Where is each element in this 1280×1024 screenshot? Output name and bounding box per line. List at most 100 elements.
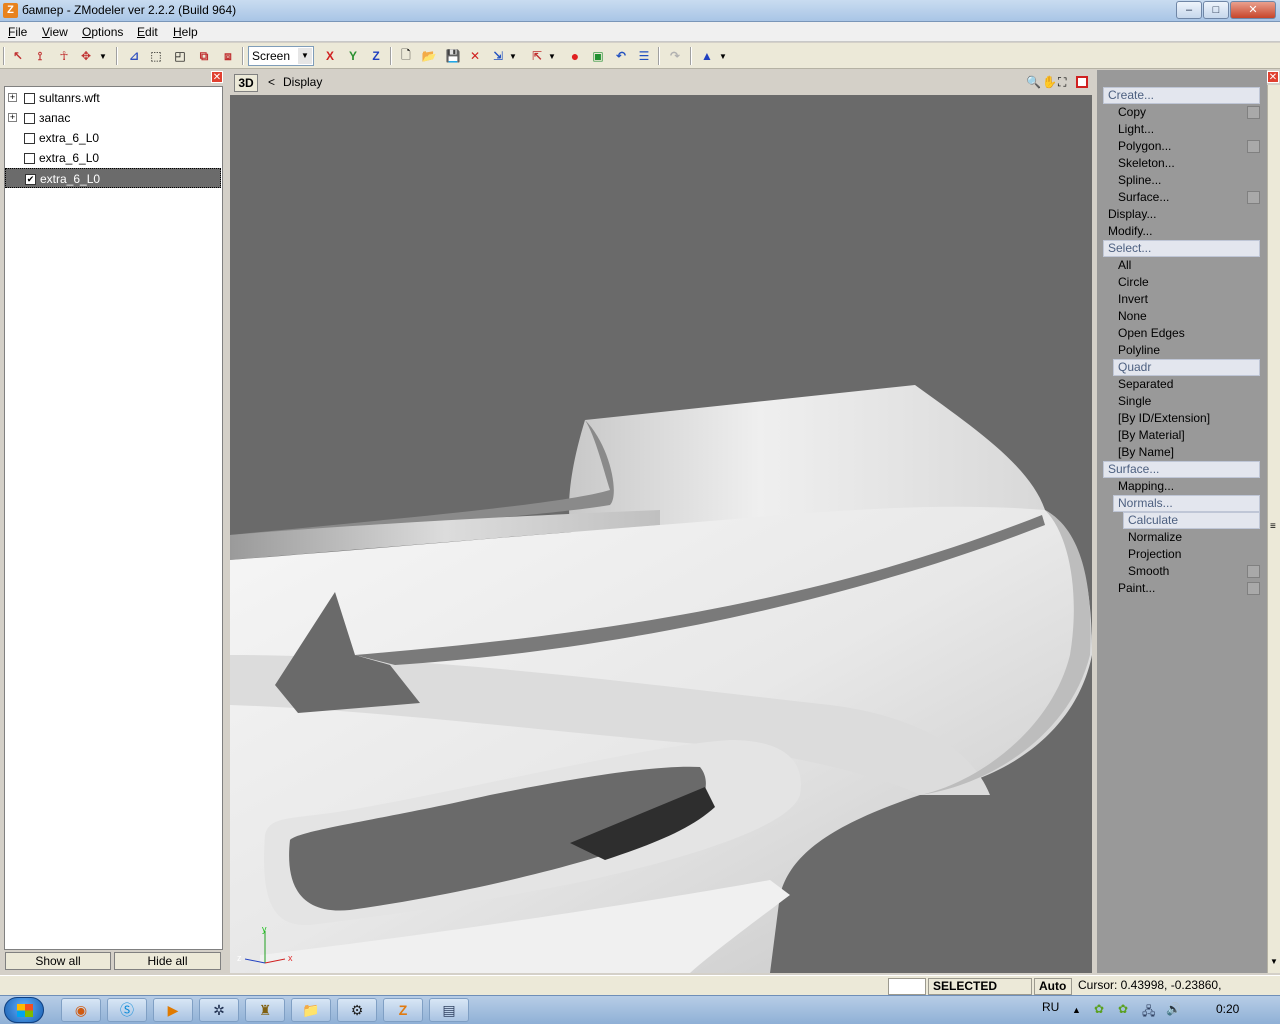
expand-icon[interactable]: + (8, 113, 17, 122)
taskbar-steam-icon[interactable]: ⚙ (337, 998, 377, 1022)
command-panel-scrollbar[interactable]: ≡ ▼ (1267, 85, 1280, 973)
axis-y-toggle[interactable]: Y (344, 47, 362, 65)
command-item[interactable]: Display... (1103, 206, 1260, 223)
command-item[interactable]: Invert (1113, 291, 1260, 308)
tree-item[interactable]: + sultanrs.wft (5, 88, 221, 108)
dropdown-arrow-icon[interactable]: ▼ (547, 47, 557, 65)
tray-icon[interactable]: ✿ (1094, 1002, 1104, 1016)
command-option-checkbox[interactable] (1247, 582, 1260, 595)
scroll-grip-icon[interactable]: ≡ (1270, 521, 1276, 532)
select-vertex-icon[interactable]: ⟟ (31, 47, 49, 65)
coordinate-mode-select[interactable]: Screen ▼ (248, 46, 314, 66)
properties-icon[interactable]: ☰ (635, 47, 653, 65)
command-item[interactable]: [By Material] (1113, 427, 1260, 444)
taskbar-zmodeler-icon[interactable]: Z (383, 998, 423, 1022)
tree-item[interactable]: + запас (5, 108, 221, 128)
save-icon[interactable]: 💾 (444, 47, 462, 65)
command-item[interactable]: Normalize (1123, 529, 1260, 546)
face-mode-icon[interactable]: ◰ (171, 47, 189, 65)
open-folder-icon[interactable]: 📂 (420, 47, 438, 65)
object-mode-icon[interactable]: ⧉ (195, 47, 213, 65)
close-icon[interactable]: ✕ (211, 71, 223, 83)
taskbar-window-icon[interactable]: ▤ (429, 998, 469, 1022)
menu-view[interactable]: View (42, 25, 68, 39)
delete-icon[interactable]: ✕ (466, 47, 484, 65)
command-item[interactable]: Create... (1103, 87, 1260, 104)
command-item[interactable]: [By Name] (1113, 444, 1260, 461)
command-item[interactable]: Surface... (1103, 461, 1260, 478)
tree-item[interactable]: extra_6_L0 (5, 148, 221, 168)
command-item[interactable]: Polyline (1113, 342, 1260, 359)
command-item[interactable]: Normals... (1113, 495, 1260, 512)
auto-status[interactable]: Auto (1034, 978, 1072, 995)
command-item[interactable]: Smooth (1123, 563, 1260, 580)
taskbar-explorer-icon[interactable]: 📁 (291, 998, 331, 1022)
back-arrow-button[interactable]: < (268, 75, 275, 89)
undo-icon[interactable]: ↶ (612, 47, 630, 65)
select-arrow-icon[interactable]: ↖ (9, 47, 27, 65)
command-item[interactable]: Mapping... (1113, 478, 1260, 495)
visibility-checkbox[interactable] (24, 113, 35, 124)
command-item[interactable]: Paint... (1113, 580, 1260, 597)
command-item[interactable]: Single (1113, 393, 1260, 410)
command-item[interactable]: Modify... (1103, 223, 1260, 240)
clock[interactable]: 0:20 (1216, 1002, 1239, 1016)
close-icon[interactable]: ✕ (1267, 71, 1279, 83)
dropdown-arrow-icon[interactable]: ▼ (508, 47, 518, 65)
dropdown-arrow-icon[interactable]: ▼ (98, 47, 108, 65)
start-button[interactable] (4, 997, 44, 1023)
menu-options[interactable]: Options (82, 25, 123, 39)
visibility-checkbox-checked[interactable]: ✔ (25, 174, 36, 185)
volume-icon[interactable]: 🔊 (1166, 1002, 1181, 1016)
command-option-checkbox[interactable] (1247, 565, 1260, 578)
command-item[interactable]: Projection (1123, 546, 1260, 563)
move-icon[interactable]: ✥ (77, 47, 95, 65)
3d-viewport[interactable]: y x z (230, 95, 1092, 973)
command-item[interactable]: None (1113, 308, 1260, 325)
app-icon[interactable]: Z (3, 3, 18, 18)
command-item[interactable]: Separated (1113, 376, 1260, 393)
command-item[interactable]: Polygon... (1113, 138, 1260, 155)
scroll-down-icon[interactable]: ▼ (1270, 957, 1278, 966)
axis-x-toggle[interactable]: X (321, 47, 339, 65)
tree-item-selected[interactable]: ✔ extra_6_L0 (5, 168, 221, 188)
maximize-view-icon[interactable]: ⛶ (1058, 75, 1066, 90)
dropdown-arrow-icon[interactable]: ▼ (718, 47, 728, 65)
command-item[interactable]: Quadr (1113, 359, 1260, 376)
menu-help[interactable]: Help (173, 25, 198, 39)
tree-item[interactable]: extra_6_L0 (5, 128, 221, 148)
minimize-button[interactable]: – (1176, 1, 1202, 19)
command-item[interactable]: Calculate (1123, 512, 1260, 529)
taskbar-app-icon[interactable]: ♜ (245, 998, 285, 1022)
redo-icon[interactable]: ↷ (666, 47, 684, 65)
record-icon[interactable]: ● (566, 47, 584, 65)
tray-expand-icon[interactable]: ▲ (1072, 1005, 1081, 1015)
command-item[interactable]: Spline... (1113, 172, 1260, 189)
visibility-checkbox[interactable] (24, 93, 35, 104)
visibility-checkbox[interactable] (24, 133, 35, 144)
axis-z-toggle[interactable]: Z (367, 47, 385, 65)
taskbar-app-icon[interactable]: ✲ (199, 998, 239, 1022)
edge-mode-icon[interactable]: ⬚ (147, 47, 165, 65)
network-icon[interactable]: 🖧 (1142, 1002, 1155, 1023)
command-option-checkbox[interactable] (1247, 191, 1260, 204)
tray-icon[interactable]: ✿ (1118, 1002, 1128, 1016)
figure-icon[interactable]: ☥ (55, 47, 73, 65)
selection-mode-status[interactable]: SELECTED MODE (928, 978, 1032, 1008)
export-icon[interactable]: ⇱ (528, 47, 546, 65)
taskbar-skype-icon[interactable]: Ⓢ (107, 998, 147, 1022)
texture-icon[interactable]: ▣ (589, 47, 607, 65)
group-mode-icon[interactable]: ⧈ (219, 47, 237, 65)
show-all-button[interactable]: Show all (5, 952, 111, 970)
import-icon[interactable]: ⇲ (489, 47, 507, 65)
object-tree[interactable]: + sultanrs.wft + запас extra_6_L0 extra_… (4, 86, 223, 950)
new-file-icon[interactable]: 🗋 (397, 47, 415, 65)
command-item[interactable]: Open Edges (1113, 325, 1260, 342)
taskbar-firefox-icon[interactable]: ◉ (61, 998, 101, 1022)
command-item[interactable]: Select... (1103, 240, 1260, 257)
vertex-mode-icon[interactable]: ⊿ (125, 47, 143, 65)
expand-icon[interactable]: + (8, 93, 17, 102)
pan-hand-icon[interactable]: ✋ (1042, 75, 1057, 89)
close-view-icon[interactable] (1076, 76, 1088, 88)
command-option-checkbox[interactable] (1247, 140, 1260, 153)
